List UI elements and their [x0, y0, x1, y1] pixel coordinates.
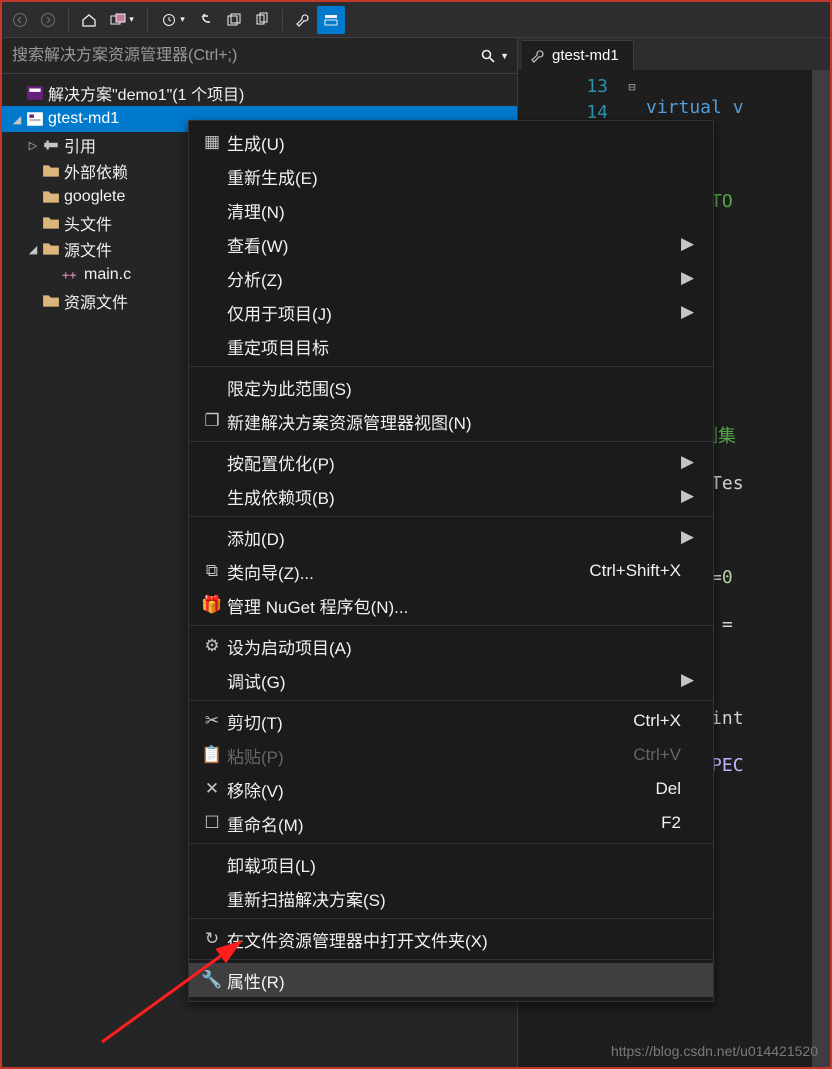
undo-button[interactable]	[192, 6, 220, 34]
menu-remove[interactable]: ✕移除(V)Del	[189, 772, 713, 806]
wrench-icon	[295, 12, 311, 28]
submenu-arrow-icon: ▶	[681, 234, 695, 254]
cpp-file-icon: ++	[62, 266, 80, 284]
menu-open-folder[interactable]: ↻在文件资源管理器中打开文件夹(X)	[189, 922, 713, 956]
submenu-arrow-icon: ▶	[681, 268, 695, 288]
submenu-arrow-icon: ▶	[681, 302, 695, 322]
class-wizard-icon: ⧉	[197, 561, 227, 581]
menu-cut[interactable]: ✂剪切(T)Ctrl+X	[189, 704, 713, 738]
nuget-icon: 🎁	[197, 595, 227, 615]
svg-text:++: ++	[62, 269, 76, 283]
submenu-arrow-icon: ▶	[681, 452, 695, 472]
folder-icon	[42, 292, 60, 310]
nav-forward-button[interactable]	[34, 6, 62, 34]
solution-icon	[26, 84, 44, 102]
fold-toggle-icon[interactable]: ⊟	[618, 74, 646, 100]
solution-node[interactable]: ▶ 解决方案"demo1"(1 个项目)	[2, 80, 517, 106]
new-view-icon: ❐	[197, 411, 227, 431]
copy-icon	[254, 12, 270, 28]
menu-scope[interactable]: 限定为此范围(S)	[189, 370, 713, 404]
home-icon	[81, 12, 97, 28]
menu-add[interactable]: 添加(D)▶	[189, 520, 713, 554]
build-icon: ▦	[197, 132, 227, 152]
paste-icon: 📋	[197, 745, 227, 765]
toolbar	[2, 2, 830, 38]
menu-properties[interactable]: 🔧属性(R)	[189, 963, 713, 997]
folder-icon	[42, 240, 60, 258]
properties-button[interactable]	[289, 6, 317, 34]
search-icon[interactable]	[480, 48, 496, 64]
menu-view[interactable]: 查看(W)▶	[189, 227, 713, 261]
tab-gtest-md1[interactable]: gtest-md1	[522, 40, 634, 70]
folder-icon	[42, 188, 60, 206]
menu-class-wizard[interactable]: ⧉类向导(Z)...Ctrl+Shift+X	[189, 554, 713, 588]
submenu-arrow-icon: ▶	[681, 670, 695, 690]
project-label: gtest-md1	[48, 110, 119, 128]
menu-set-startup[interactable]: ⚙设为启动项目(A)	[189, 629, 713, 663]
history-icon	[161, 12, 177, 28]
submenu-arrow-icon: ▶	[681, 486, 695, 506]
sync-button[interactable]	[103, 6, 141, 34]
menu-retarget[interactable]: 重定项目目标	[189, 329, 713, 363]
submenu-arrow-icon: ▶	[681, 527, 695, 547]
home-button[interactable]	[75, 6, 103, 34]
folder-icon	[42, 162, 60, 180]
wrench-icon	[530, 48, 546, 64]
search-dropdown-icon[interactable]: ▼	[500, 51, 509, 61]
vertical-scrollbar[interactable]	[812, 70, 830, 1067]
nav-back-button[interactable]	[6, 6, 34, 34]
tab-label: gtest-md1	[552, 47, 619, 64]
preview-icon	[323, 12, 339, 28]
menu-analyze[interactable]: 分析(Z)▶	[189, 261, 713, 295]
menu-build[interactable]: ▦生成(U)	[189, 125, 713, 159]
references-icon	[42, 136, 60, 154]
search-input[interactable]	[10, 46, 480, 66]
menu-pgo[interactable]: 按配置优化(P)▶	[189, 445, 713, 479]
menu-rename[interactable]: ☐重命名(M)F2	[189, 806, 713, 840]
menu-rescan[interactable]: 重新扫描解决方案(S)	[189, 881, 713, 915]
menu-new-view[interactable]: ❐新建解决方案资源管理器视图(N)	[189, 404, 713, 438]
tab-bar: gtest-md1	[518, 38, 830, 70]
history-button[interactable]	[154, 6, 192, 34]
collapse-button[interactable]	[248, 6, 276, 34]
arrow-left-icon	[12, 12, 28, 28]
remove-icon: ✕	[197, 779, 227, 799]
gear-icon: ⚙	[197, 636, 227, 656]
open-folder-icon: ↻	[197, 929, 227, 949]
preview-button[interactable]	[317, 6, 345, 34]
menu-project-only[interactable]: 仅用于项目(J)▶	[189, 295, 713, 329]
menu-debug[interactable]: 调试(G)▶	[189, 663, 713, 697]
menu-unload[interactable]: 卸载项目(L)	[189, 847, 713, 881]
solution-label: 解决方案"demo1"(1 个项目)	[48, 81, 244, 105]
stack-icon	[226, 12, 242, 28]
show-all-button[interactable]	[220, 6, 248, 34]
menu-paste[interactable]: 📋粘贴(P)Ctrl+V	[189, 738, 713, 772]
watermark: https://blog.csdn.net/u014421520	[611, 1043, 818, 1059]
menu-nuget[interactable]: 🎁管理 NuGet 程序包(N)...	[189, 588, 713, 622]
menu-clean[interactable]: 清理(N)	[189, 193, 713, 227]
rename-icon: ☐	[197, 813, 227, 833]
project-icon	[26, 110, 44, 128]
folder-sync-icon	[110, 12, 126, 28]
arrow-right-icon	[40, 12, 56, 28]
project-context-menu: ▦生成(U) 重新生成(E) 清理(N) 查看(W)▶ 分析(Z)▶ 仅用于项目…	[188, 120, 714, 1002]
folder-icon	[42, 214, 60, 232]
undo-icon	[198, 12, 214, 28]
wrench-icon: 🔧	[197, 970, 227, 990]
cut-icon: ✂	[197, 711, 227, 731]
search-bar: ▼	[2, 38, 517, 74]
menu-rebuild[interactable]: 重新生成(E)	[189, 159, 713, 193]
menu-build-deps[interactable]: 生成依赖项(B)▶	[189, 479, 713, 513]
